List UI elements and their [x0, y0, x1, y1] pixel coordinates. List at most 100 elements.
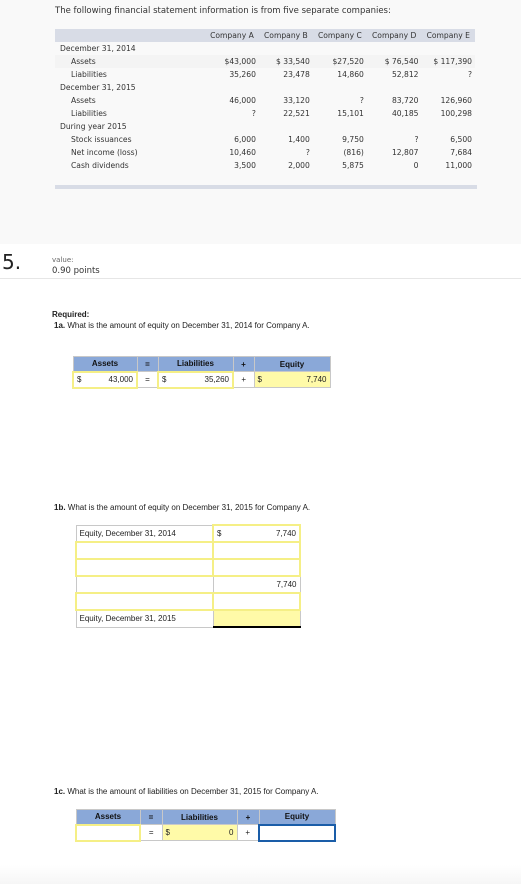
label-input[interactable]	[75, 541, 214, 560]
cell-value: ?	[414, 135, 419, 144]
question-1b-prefix: 1b.	[54, 503, 66, 512]
currency-symbol: $	[77, 375, 82, 384]
ending-equity-input[interactable]	[212, 609, 301, 628]
table-row: Liabilities 35,260 23,478 14,860 52,812?	[55, 68, 475, 81]
header-plus: +	[232, 356, 255, 372]
points-value: 0.90 points	[52, 266, 100, 276]
cell-value: 6,000	[234, 135, 256, 144]
cell-value: 40,185	[391, 109, 419, 118]
question-1c-text: What is the amount of liabilities on Dec…	[65, 787, 319, 796]
row-label: Equity, December 31, 2015	[75, 609, 214, 628]
cell-value: 2,000	[288, 161, 310, 170]
header-equals: =	[139, 809, 163, 825]
cell-value: 15,101	[337, 109, 364, 118]
cell-value: (816)	[343, 148, 364, 157]
label-input[interactable]	[75, 592, 214, 611]
amount-input[interactable]	[212, 558, 301, 577]
blank-header	[55, 29, 205, 42]
amount-value: 7,740	[275, 529, 296, 538]
intro-text: The following financial statement inform…	[55, 6, 391, 16]
currency-symbol: $	[257, 375, 262, 384]
question-1a: 1a. What is the amount of equity on Dece…	[54, 321, 310, 330]
question-number: 5.	[2, 250, 22, 274]
equity-input[interactable]: $7,740	[253, 371, 331, 388]
financial-info-table: Company A Company B Company C Company D …	[55, 29, 475, 172]
question-1a-prefix: 1a.	[54, 321, 66, 330]
table-row: Liabilities? 22,521 15,101 40,185 100,298	[55, 107, 475, 120]
currency-symbol: $	[162, 375, 167, 384]
cell-value: 9,750	[342, 135, 364, 144]
row-label: Liabilities	[71, 70, 107, 79]
header-company-a: Company A	[205, 29, 259, 42]
cell-value: 6,500	[450, 135, 472, 144]
subtotal-value: 7,740	[212, 575, 301, 594]
cell-value: ?	[305, 148, 310, 157]
question-1b: 1b. What is the amount of equity on Dece…	[54, 503, 310, 512]
assets-input[interactable]	[75, 823, 141, 842]
amount-input[interactable]	[212, 592, 301, 611]
divider	[0, 278, 521, 279]
label-input[interactable]	[75, 558, 214, 577]
section-row: December 31, 2015	[55, 81, 475, 94]
header-plus: +	[236, 809, 260, 825]
footer-shade	[0, 865, 521, 884]
header-liabilities: Liabilities	[161, 809, 238, 825]
section-row: December 31, 2014	[55, 42, 475, 55]
cell-value: 33,120	[283, 96, 310, 105]
equity-value: 7,740	[306, 375, 327, 384]
liabilities-value: 0	[229, 828, 234, 837]
header-equals: =	[136, 356, 159, 372]
equals-sign: =	[139, 824, 163, 841]
cell-value: 83,720	[391, 96, 419, 105]
question-1c-prefix: 1c.	[54, 787, 66, 796]
equals-sign: =	[136, 371, 159, 388]
equity-input[interactable]	[258, 823, 336, 842]
liabilities-input[interactable]: $0	[161, 824, 238, 841]
row-label	[75, 575, 214, 594]
section-title: December 31, 2015	[60, 83, 136, 92]
cell-value: $ 33,540	[258, 55, 313, 68]
table-row: Net income (loss) 10,460? (816) 12,807 7,684	[55, 146, 475, 159]
cell-value: 1,400	[288, 135, 310, 144]
cell-value: 3,500	[234, 161, 256, 170]
section-row: During year 2015	[55, 120, 475, 133]
cell-value: 23,478	[283, 70, 310, 79]
header-company-e: Company E	[421, 29, 475, 42]
cell-value: 126,960	[440, 96, 472, 105]
header-company-d: Company D	[366, 29, 422, 42]
amount-input[interactable]: $7,740	[212, 524, 301, 543]
cell-value: 0	[413, 161, 419, 170]
cell-value: 7,684	[450, 148, 472, 157]
section-title: December 31, 2014	[60, 44, 136, 53]
header-assets: Assets	[72, 356, 138, 372]
cell-value: $27,520	[312, 55, 367, 68]
cell-value: ?	[251, 109, 256, 118]
cell-value: 11,000	[445, 161, 472, 170]
value-label: value:	[52, 256, 74, 264]
liabilities-input[interactable]: $35,260	[157, 370, 234, 389]
header-company-b: Company B	[258, 29, 313, 42]
row-label: Net income (loss)	[71, 148, 138, 157]
assets-input[interactable]: $43,000	[72, 370, 138, 389]
header-equity: Equity	[258, 809, 336, 825]
currency-symbol: $	[165, 828, 170, 837]
header-equity: Equity	[253, 356, 331, 372]
equity-rollforward-table: Equity, December 31, 2014 $7,740 7,740 E…	[75, 524, 301, 628]
row-label: Stock issuances	[71, 135, 132, 144]
question-1b-text: What is the amount of equity on December…	[65, 503, 311, 512]
table-row: Stock issuances 6,000 1,400 9,750? 6,500	[55, 133, 475, 146]
cell-value: $ 117,390	[421, 55, 475, 68]
table-row: Assets 46,000 33,120? 83,720 126,960	[55, 94, 475, 107]
cell-value: $43,000	[205, 55, 259, 68]
required-label: Required:	[52, 310, 90, 319]
currency-symbol: $	[217, 529, 222, 538]
section-title: During year 2015	[60, 122, 127, 131]
question-1a-text: What is the amount of equity on December…	[65, 321, 310, 330]
liabilities-value: 35,260	[204, 375, 229, 384]
row-label: Equity, December 31, 2014	[75, 524, 214, 543]
cell-value: 100,298	[440, 109, 472, 118]
cell-value: 22,521	[283, 109, 310, 118]
amount-input[interactable]	[212, 541, 301, 560]
table-bottom-bar	[55, 185, 477, 189]
cell-value: ?	[359, 96, 364, 105]
